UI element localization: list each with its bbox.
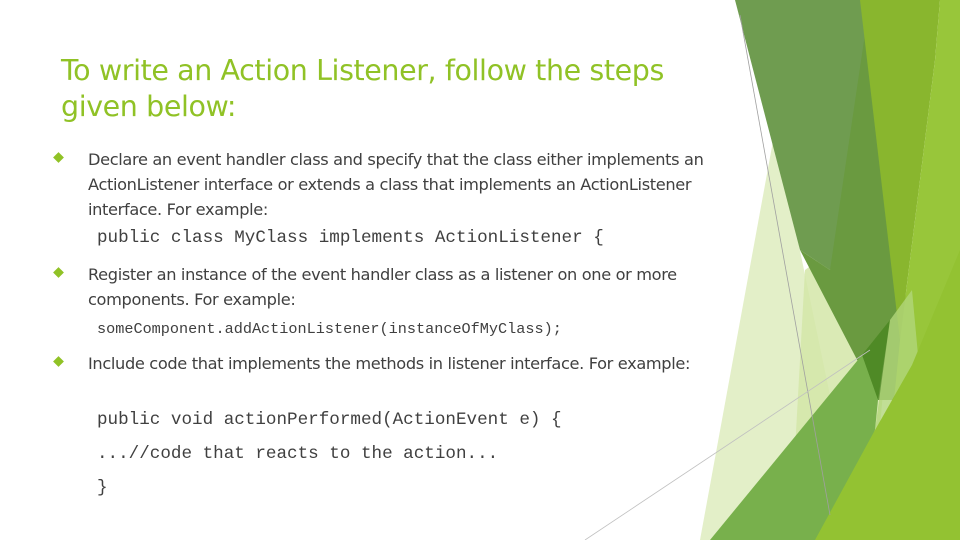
code-line-comment: ...//code that reacts to the action... bbox=[97, 444, 499, 464]
code-line-class-declaration: public class MyClass implements ActionLi… bbox=[97, 228, 604, 248]
bullet-text: Declare an event handler class and speci… bbox=[88, 150, 704, 219]
code-line-add-listener: someComponent.addActionListener(instance… bbox=[97, 320, 562, 338]
slide: To write an Action Listener, follow the … bbox=[0, 0, 960, 540]
slide-title: To write an Action Listener, follow the … bbox=[61, 54, 664, 123]
bullet-text: Include code that implements the methods… bbox=[88, 354, 691, 373]
code-line-method-signature: public void actionPerformed(ActionEvent … bbox=[97, 410, 562, 430]
code-line-closing-brace: } bbox=[97, 478, 108, 498]
bullet-text: Register an instance of the event handle… bbox=[88, 265, 677, 309]
